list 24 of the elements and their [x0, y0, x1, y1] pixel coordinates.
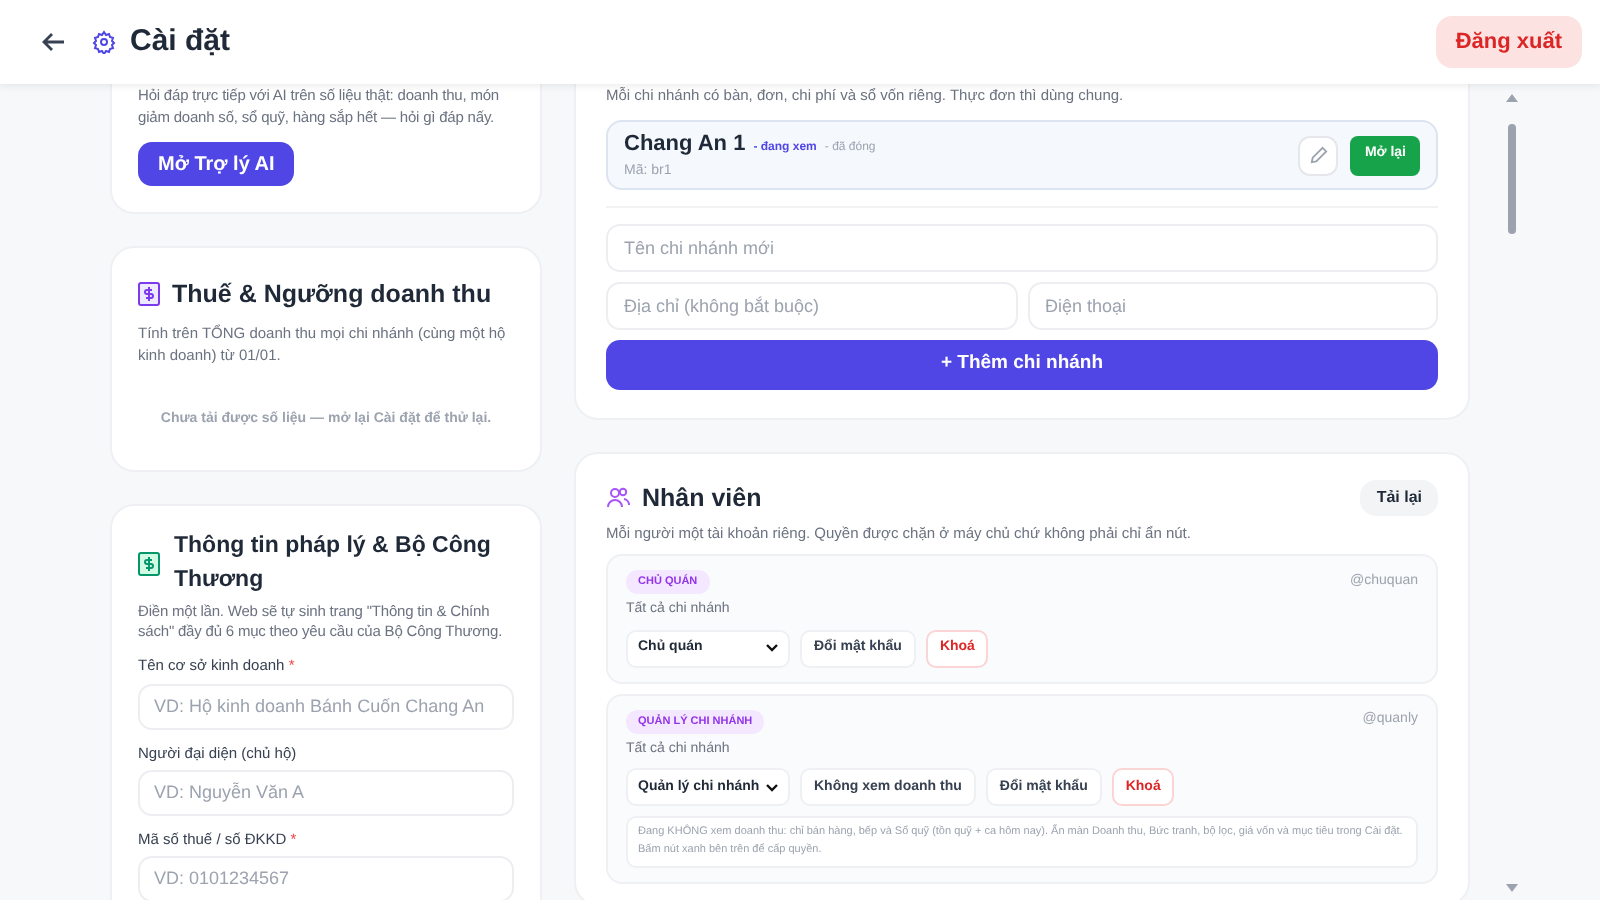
input-field[interactable]: Tên chi nhánh mới [606, 224, 1438, 272]
logout-button[interactable]: Đăng xuất [1435, 15, 1582, 69]
input-field[interactable]: Điện thoại [1027, 282, 1438, 330]
input-field[interactable]: VD: Hộ kinh doanh Bánh Cuốn Chang An [138, 683, 514, 729]
money-icon [138, 552, 160, 577]
back-button[interactable] [40, 28, 68, 56]
input-field[interactable]: VD: 0101234567 [138, 856, 514, 900]
reload-button[interactable]: Tải lại [1360, 480, 1438, 517]
card-title: Thông tin pháp lý & Bộ Công Thương [174, 532, 493, 597]
edit-button[interactable] [1298, 135, 1339, 175]
page-title: Cài đặt [130, 21, 231, 62]
branch-name: Chang An 1 [624, 130, 746, 160]
input-field[interactable]: VD: Nguyễn Văn A [138, 769, 514, 816]
add-branch-button[interactable]: + Thêm chi nhánh [606, 340, 1438, 390]
money-icon [138, 282, 160, 307]
caret-icon [766, 783, 778, 792]
caret-icon [766, 644, 778, 652]
input-field[interactable]: Địa chỉ (không bắt buộc) [606, 282, 1017, 330]
users-icon [606, 486, 630, 511]
settings-icon [92, 30, 116, 54]
card-title: Nhân viên [642, 482, 762, 516]
open-ai-button[interactable]: Mở Trợ lý AI [138, 142, 295, 186]
card-title: Thuế & Ngưỡng doanh thu [172, 278, 492, 312]
pencil-icon [1309, 146, 1328, 164]
